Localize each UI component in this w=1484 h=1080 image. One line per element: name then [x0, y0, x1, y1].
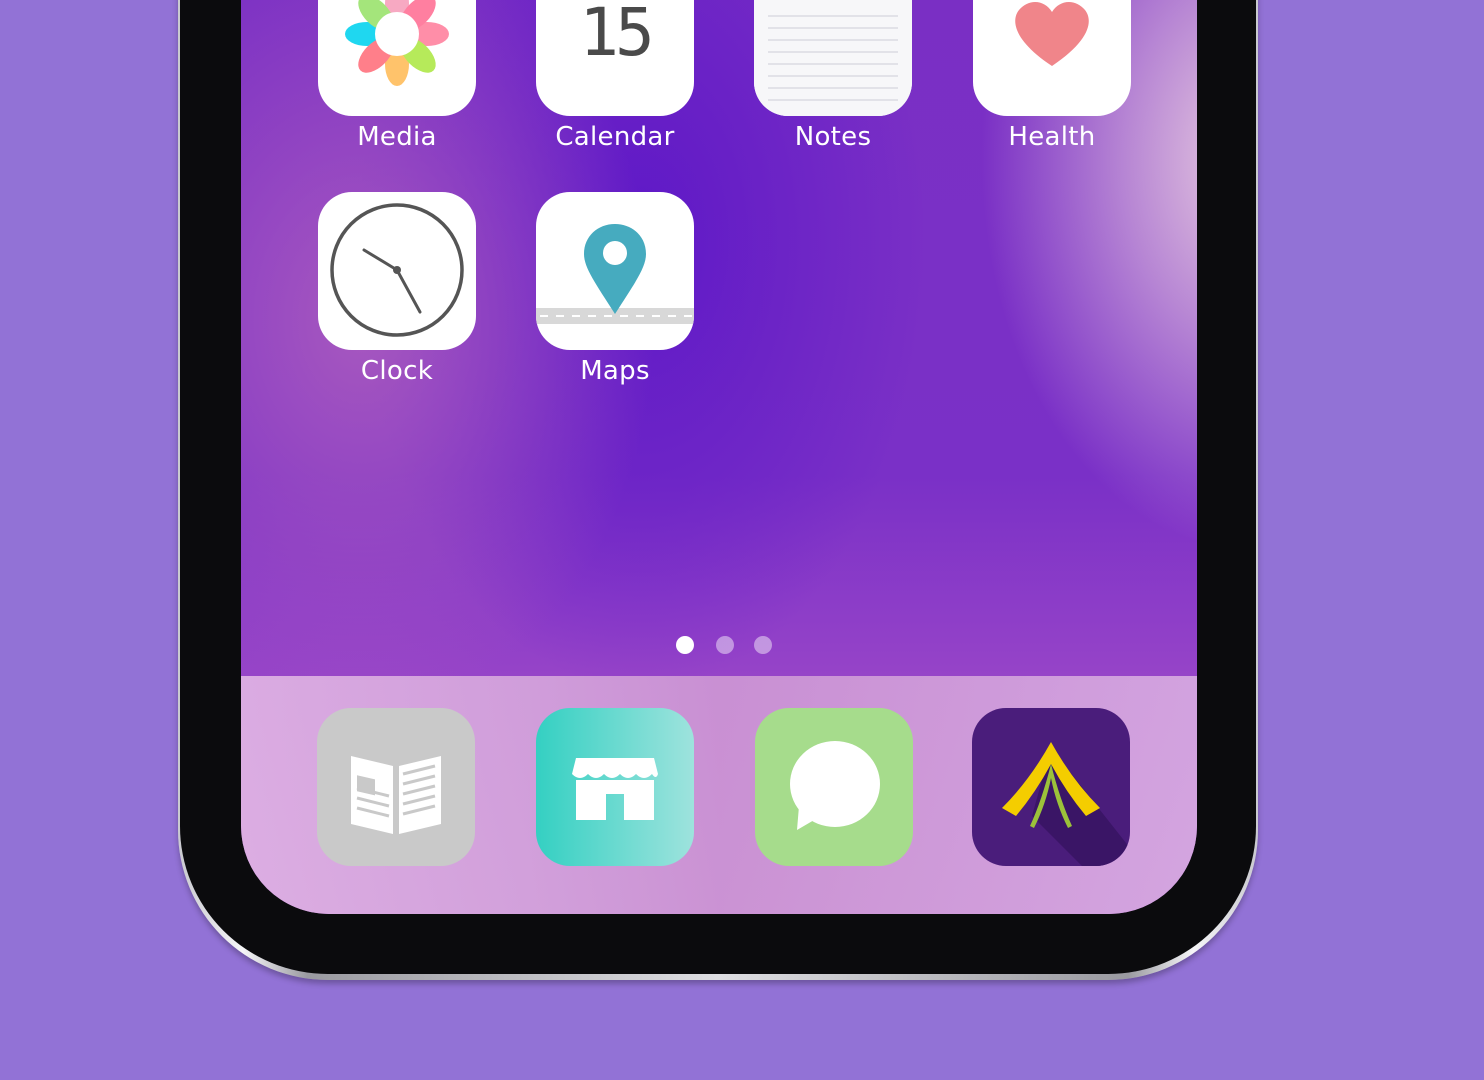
app-clock[interactable]: Clock: [318, 192, 476, 386]
notes-icon: [754, 0, 912, 116]
app-notes[interactable]: Notes: [754, 0, 912, 152]
page-dot[interactable]: [716, 636, 734, 654]
store-icon: [572, 758, 658, 820]
tent-icon: [1002, 742, 1130, 866]
media-flower-icon: [318, 0, 476, 116]
app-label: Media: [357, 122, 437, 152]
page-dot[interactable]: [754, 636, 772, 654]
page-indicator[interactable]: [676, 636, 776, 656]
map-pin-icon: [536, 192, 694, 350]
message-icon: [790, 741, 880, 830]
heart-icon: [973, 0, 1131, 116]
calendar-day: 15: [579, 0, 654, 71]
calendar-icon: 15: [536, 0, 694, 116]
dock-app-tent[interactable]: [972, 708, 1130, 866]
page-dot-active[interactable]: [676, 636, 694, 654]
app-label: Notes: [794, 122, 872, 152]
app-calendar[interactable]: 15 Calendar: [536, 0, 694, 152]
news-icon: [351, 756, 441, 834]
dock-app-store[interactable]: [536, 708, 694, 866]
app-label: Clock: [360, 356, 434, 386]
dock-app-messages[interactable]: [755, 708, 913, 866]
dock-app-news[interactable]: [317, 708, 475, 866]
app-health[interactable]: Health: [973, 0, 1131, 152]
dock: [241, 676, 1197, 914]
app-label: Maps: [580, 356, 650, 386]
clock-icon: [318, 192, 476, 350]
app-media[interactable]: Media: [318, 0, 476, 152]
app-maps[interactable]: Maps: [536, 192, 694, 386]
app-label: Health: [1008, 122, 1096, 152]
app-label: Calendar: [555, 122, 675, 152]
